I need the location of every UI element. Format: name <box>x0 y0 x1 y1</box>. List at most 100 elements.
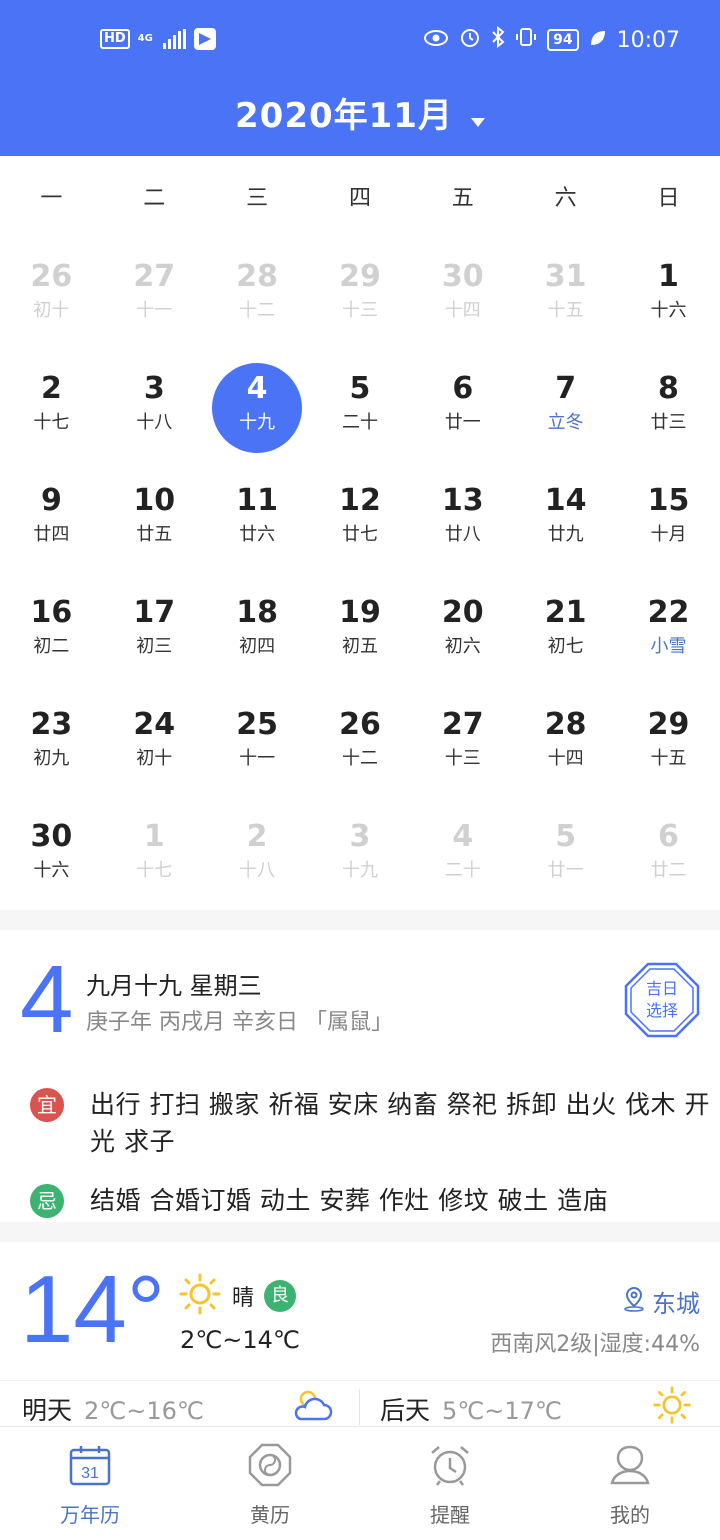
calendar-day[interactable]: 22 小雪 <box>617 558 720 670</box>
lunar-day: 初四 <box>239 636 276 657</box>
sun-small-icon <box>652 1385 692 1429</box>
calendar-day[interactable]: 8 廿三 <box>617 334 720 446</box>
calendar-week-row: 16 初二 17 初三 18 初四 19 初五 20 初六 21 初七 22 小雪 <box>0 558 720 670</box>
day-number: 29 <box>339 259 381 294</box>
location-label[interactable]: 东城 <box>652 1284 700 1319</box>
day-number: 18 <box>236 595 278 630</box>
calendar-day[interactable]: 12 廿七 <box>309 446 412 558</box>
calendar-day[interactable]: 16 初二 <box>0 558 103 670</box>
calendar-week-row: 23 初九 24 初十 25 十一 26 十二 27 十三 28 十四 29 十五 <box>0 670 720 782</box>
lunar-day: 廿七 <box>341 524 378 545</box>
calendar-day[interactable]: 18 初四 <box>206 558 309 670</box>
calendar-day[interactable]: 9 廿四 <box>0 446 103 558</box>
lunar-day: 十一 <box>239 748 276 769</box>
caret-down-icon[interactable] <box>470 118 485 127</box>
calendar-day[interactable]: 13 廿八 <box>411 446 514 558</box>
day-number: 1 <box>658 259 679 294</box>
auspicious-day-label-line1: 吉日 <box>645 979 678 998</box>
calendar-day[interactable]: 2 十八 <box>206 782 309 894</box>
day-number: 26 <box>339 707 381 742</box>
page-title[interactable]: 2020年11月 <box>235 96 453 136</box>
lunar-day: 十七 <box>136 860 173 881</box>
calendar-day[interactable]: 29 十三 <box>309 222 412 334</box>
calendar-week-row: 2 十七 3 十八 4 十九 5 二十 6 廿一 7 立冬 8 廿三 <box>0 334 720 453</box>
weekday-label: 日 <box>657 186 680 211</box>
calendar-day[interactable]: 11 廿六 <box>206 446 309 558</box>
lunar-day: 初十 <box>33 300 70 321</box>
auspicious-day-label-line2: 选择 <box>645 1001 678 1020</box>
weekday-label: 五 <box>451 186 474 211</box>
calendar-day[interactable]: 14 廿九 <box>514 446 617 558</box>
weather-panel[interactable]: 14° 晴 良 2℃~14℃ 东城 西南风2级|湿度:44% 明天 2℃~16℃ <box>0 1240 720 1426</box>
tab-reminder[interactable]: 提醒 <box>360 1427 540 1540</box>
calendar-day[interactable]: 27 十三 <box>411 670 514 782</box>
calendar-day[interactable]: 25 十一 <box>206 670 309 782</box>
calendar-day[interactable]: 3 十八 <box>103 334 206 446</box>
tab-profile[interactable]: 我的 <box>540 1427 720 1540</box>
calendar-day[interactable]: 5 廿一 <box>514 782 617 894</box>
month-selector[interactable]: 2020年11月 <box>0 88 720 137</box>
lunar-day: 初七 <box>547 636 584 657</box>
lunar-day: 十八 <box>239 860 276 881</box>
calendar-day[interactable]: 21 初七 <box>514 558 617 670</box>
lunar-day: 十四 <box>444 300 481 321</box>
section-divider <box>0 1222 720 1242</box>
calendar-day[interactable]: 26 十二 <box>309 670 412 782</box>
leaf-icon <box>589 28 607 53</box>
calendar-day[interactable]: 15 十月 <box>617 446 720 558</box>
calendar-day[interactable]: 29 十五 <box>617 670 720 782</box>
calendar-day[interactable]: 10 廿五 <box>103 446 206 558</box>
day-number: 8 <box>658 371 679 406</box>
calendar-day[interactable]: 26 初十 <box>0 222 103 334</box>
day-number: 12 <box>339 483 381 518</box>
calendar-day[interactable]: 27 十一 <box>103 222 206 334</box>
calendar-day[interactable]: 6 廿二 <box>617 782 720 894</box>
tab-calendar[interactable]: 31 万年历 <box>0 1427 180 1540</box>
calendar-day[interactable]: 7 立冬 <box>514 334 617 446</box>
lunar-day: 廿一 <box>444 412 481 433</box>
calendar-day[interactable]: 4 二十 <box>411 782 514 894</box>
calendar-day[interactable]: 23 初九 <box>0 670 103 782</box>
calendar-day[interactable]: 30 十四 <box>411 222 514 334</box>
lunar-day: 初九 <box>33 748 70 769</box>
location-button[interactable]: 东城 <box>622 1284 700 1319</box>
day-number: 30 <box>441 259 484 294</box>
lunar-day: 十月 <box>650 524 687 545</box>
auspicious-day-label[interactable]: 吉日 选择 <box>624 978 700 1022</box>
tab-almanac[interactable]: 黄历 <box>180 1427 360 1540</box>
day-number: 3 <box>143 371 165 406</box>
calendar-day[interactable]: 30 十六 <box>0 782 103 894</box>
calendar-day[interactable]: 1 十七 <box>103 782 206 894</box>
calendar-day[interactable]: 28 十二 <box>206 222 309 334</box>
calendar-day[interactable]: 1 十六 <box>617 222 720 334</box>
forecast-tomorrow-range: 2℃~16℃ <box>84 1397 204 1425</box>
calendar-day[interactable]: 2 十七 <box>0 334 103 446</box>
calendar-day[interactable]: 28 十四 <box>514 670 617 782</box>
day-number: 7 <box>555 371 577 406</box>
calendar-day[interactable]: 31 十五 <box>514 222 617 334</box>
calendar-day[interactable]: 6 廿一 <box>411 334 514 446</box>
calendar-day[interactable]: 3 十九 <box>309 782 412 894</box>
day-number: 20 <box>441 595 484 630</box>
hd-indicator: HD <box>100 29 130 49</box>
calendar-day-today[interactable]: 4 十九 <box>206 334 309 453</box>
calendar-day[interactable]: 17 初三 <box>103 558 206 670</box>
forecast-divider <box>359 1389 360 1425</box>
calendar-day[interactable]: 24 初十 <box>103 670 206 782</box>
forecast-tomorrow-label: 明天 <box>22 1396 73 1425</box>
day-number: 9 <box>40 483 62 518</box>
auspicious-day-button[interactable]: 吉日 选择 <box>624 962 700 1038</box>
day-number: 23 <box>30 707 73 742</box>
selected-day-number: 4 <box>20 946 74 1053</box>
tab-calendar-label: 万年历 <box>60 1503 120 1527</box>
lunar-day: 十五 <box>547 300 584 321</box>
calendar-day[interactable]: 20 初六 <box>411 558 514 670</box>
lunar-day: 廿八 <box>444 524 481 545</box>
calendar-day[interactable]: 19 初五 <box>309 558 412 670</box>
section-divider <box>0 910 720 930</box>
calendar-day[interactable]: 5 二十 <box>309 334 412 446</box>
weekday-label: 四 <box>348 186 371 211</box>
lunar-day: 十三 <box>341 300 378 321</box>
day-number: 27 <box>133 259 176 294</box>
day-number: 2 <box>40 371 62 406</box>
